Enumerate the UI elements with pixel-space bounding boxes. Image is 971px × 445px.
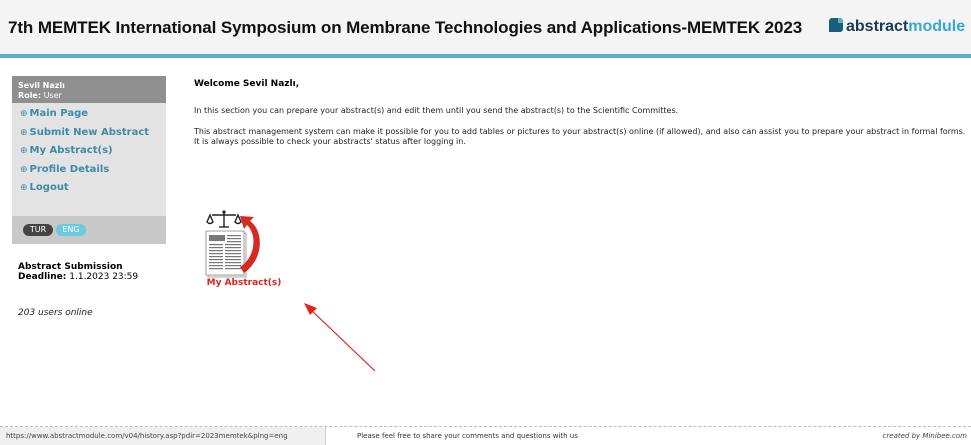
role-label: Role:: [18, 91, 42, 100]
language-button-eng[interactable]: ENG: [56, 224, 86, 236]
page-header: 7th MEMTEK International Symposium on Me…: [0, 0, 971, 58]
submission-deadline: Abstract Submission Deadline: 1.1.2023 2…: [18, 262, 138, 282]
language-button-tur[interactable]: TUR: [23, 224, 53, 236]
status-bar-url: https://www.abstractmodule.com/v04/histo…: [0, 427, 326, 445]
users-online: 203 users online: [18, 308, 93, 318]
sidebar-nav: ⊕ Main Page ⊕ Submit New Abstract ⊕ My Abst…: [12, 105, 166, 198]
symposium-title: 7th MEMTEK International Symposium on Me…: [8, 18, 803, 37]
plus-circle-icon: ⊕: [20, 164, 28, 175]
sidebar-item-label: My Abstract(s): [29, 145, 113, 156]
status-footer: https://www.abstractmodule.com/v04/histo…: [0, 426, 971, 445]
sidebar-item-label: Logout: [29, 182, 69, 193]
deadline-label: Deadline:: [18, 272, 67, 282]
user-name: Sevil Nazlı: [18, 81, 65, 90]
welcome-heading: Welcome Sevil Nazlı,: [194, 79, 300, 89]
feedback-message[interactable]: Please feel free to share your comments …: [357, 427, 578, 445]
sidebar-item-submit-new-abstract[interactable]: ⊕ Submit New Abstract: [12, 124, 166, 143]
logo-text-part2: module: [908, 18, 966, 35]
sidebar: Sevil Nazlı Role: User ⊕ Main Page ⊕ Submi…: [12, 76, 166, 244]
plus-circle-icon: ⊕: [20, 109, 28, 119]
logo-mark-icon: [829, 18, 843, 32]
deadline-value: 1.1.2023 23:59: [69, 272, 139, 282]
sidebar-item-label: Main Page: [29, 108, 89, 119]
info-paragraph: This abstract management system can make…: [194, 127, 966, 146]
sidebar-item-profile-details[interactable]: ⊕ Profile Details: [12, 161, 166, 180]
plus-circle-icon: ⊕: [20, 183, 28, 193]
my-abstracts-label: My Abstract(s): [206, 278, 282, 288]
plus-circle-icon: ⊕: [20, 127, 28, 138]
intro-paragraph: In this section you can prepare your abs…: [194, 106, 679, 115]
language-switcher: TUR ENG: [12, 216, 166, 244]
plus-circle-icon: ⊕: [20, 146, 28, 156]
document-scales-icon: [205, 210, 260, 278]
abstractmodule-logo[interactable]: abstractmodule: [829, 18, 965, 38]
red-arrow-annotation: [304, 303, 376, 372]
deadline-title: Abstract Submission: [18, 262, 123, 272]
sidebar-item-label: Submit New Abstract: [29, 126, 150, 138]
sidebar-item-label: Profile Details: [29, 163, 110, 175]
my-abstracts-link[interactable]: My Abstract(s): [196, 183, 292, 293]
sidebar-item-main-page[interactable]: ⊕ Main Page: [12, 105, 166, 124]
sidebar-item-my-abstracts[interactable]: ⊕ My Abstract(s): [12, 142, 166, 161]
role-value: User: [43, 91, 62, 100]
logo-text-part1: abstract: [846, 18, 909, 35]
sidebar-item-logout[interactable]: ⊕ Logout: [12, 179, 166, 198]
user-info: Sevil Nazlı Role: User: [12, 76, 166, 103]
creator-credit[interactable]: created by Minibee.com: [883, 427, 967, 445]
